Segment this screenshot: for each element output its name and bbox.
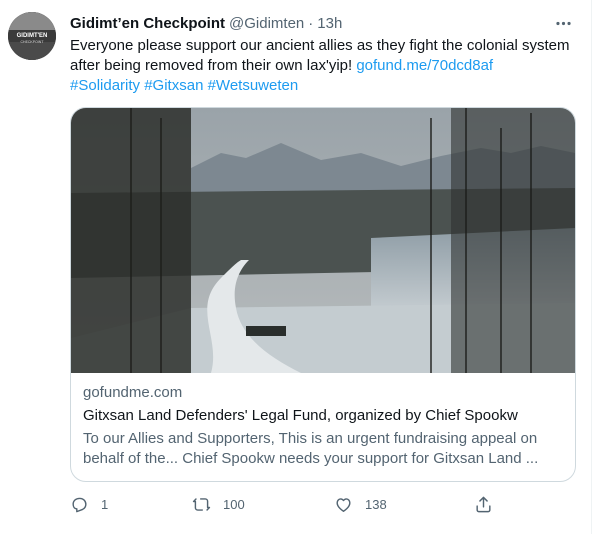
reply-button[interactable]: 1 [70, 492, 108, 516]
link-card[interactable]: gofundme.com Gitxsan Land Defenders' Leg… [70, 107, 576, 482]
more-button[interactable] [551, 12, 575, 34]
avatar[interactable]: GIDIMT'EN CHECKPOINT [8, 12, 56, 60]
action-bar: 1 100 138 [62, 492, 502, 516]
separator-dot: · [308, 14, 314, 32]
more-icon [555, 21, 571, 25]
card-body[interactable]: gofundme.com Gitxsan Land Defenders' Leg… [71, 373, 575, 469]
hashtag-solidarity[interactable]: #Solidarity [70, 77, 140, 94]
tweet-text-line2: after being removed from their own lax'y… [70, 57, 357, 74]
tweet-text-line: Everyone please support our ancient alli… [70, 37, 570, 54]
tweet[interactable]: GIDIMT'EN CHECKPOINT Gidimt’en Checkpoin… [0, 0, 592, 534]
card-image[interactable] [71, 108, 575, 373]
reply-count: 1 [101, 496, 109, 512]
retweet-count: 100 [223, 496, 245, 512]
card-title: Gitxsan Land Defenders' Legal Fund, orga… [83, 407, 518, 424]
display-name[interactable]: Gidimt’en Checkpoint [70, 15, 225, 32]
tweet-text: Everyone please support our ancient alli… [70, 36, 578, 96]
reply-icon [72, 497, 87, 512]
card-description-line: behalf of the... Chief Spookw needs your… [83, 450, 539, 467]
card-domain: gofundme.com [83, 384, 183, 401]
hashtag-gitxsan[interactable]: #Gitxsan [144, 77, 203, 94]
card-description-line: To our Allies and Supporters, This is an… [83, 430, 538, 447]
hashtag-line: #Solidarity #Gitxsan #Wetsuweten [70, 76, 578, 96]
avatar-text: GIDIMT'EN [17, 33, 48, 39]
like-count: 138 [365, 496, 387, 512]
card-description: To our Allies and Supporters, This is an… [83, 429, 563, 469]
retweet-button[interactable]: 100 [192, 492, 245, 516]
tweet-text-line: after being removed from their own lax'y… [70, 56, 578, 76]
share-icon [476, 496, 491, 512]
tweet-link[interactable]: gofund.me/70dcd8af [356, 57, 493, 74]
like-button[interactable]: 138 [334, 492, 387, 516]
handle[interactable]: @Gidimten [229, 15, 304, 32]
share-button[interactable] [474, 492, 493, 516]
retweet-icon [192, 497, 211, 511]
hashtag-wetsuweten[interactable]: #Wetsuweten [208, 77, 299, 94]
avatar-image: GIDIMT'EN CHECKPOINT [8, 12, 56, 60]
timestamp[interactable]: 13h [317, 15, 342, 32]
avatar-subtext: CHECKPOINT [21, 40, 45, 44]
like-icon [336, 497, 351, 512]
tweet-header: Gidimt’en Checkpoint @Gidimten · 13h [70, 12, 575, 34]
